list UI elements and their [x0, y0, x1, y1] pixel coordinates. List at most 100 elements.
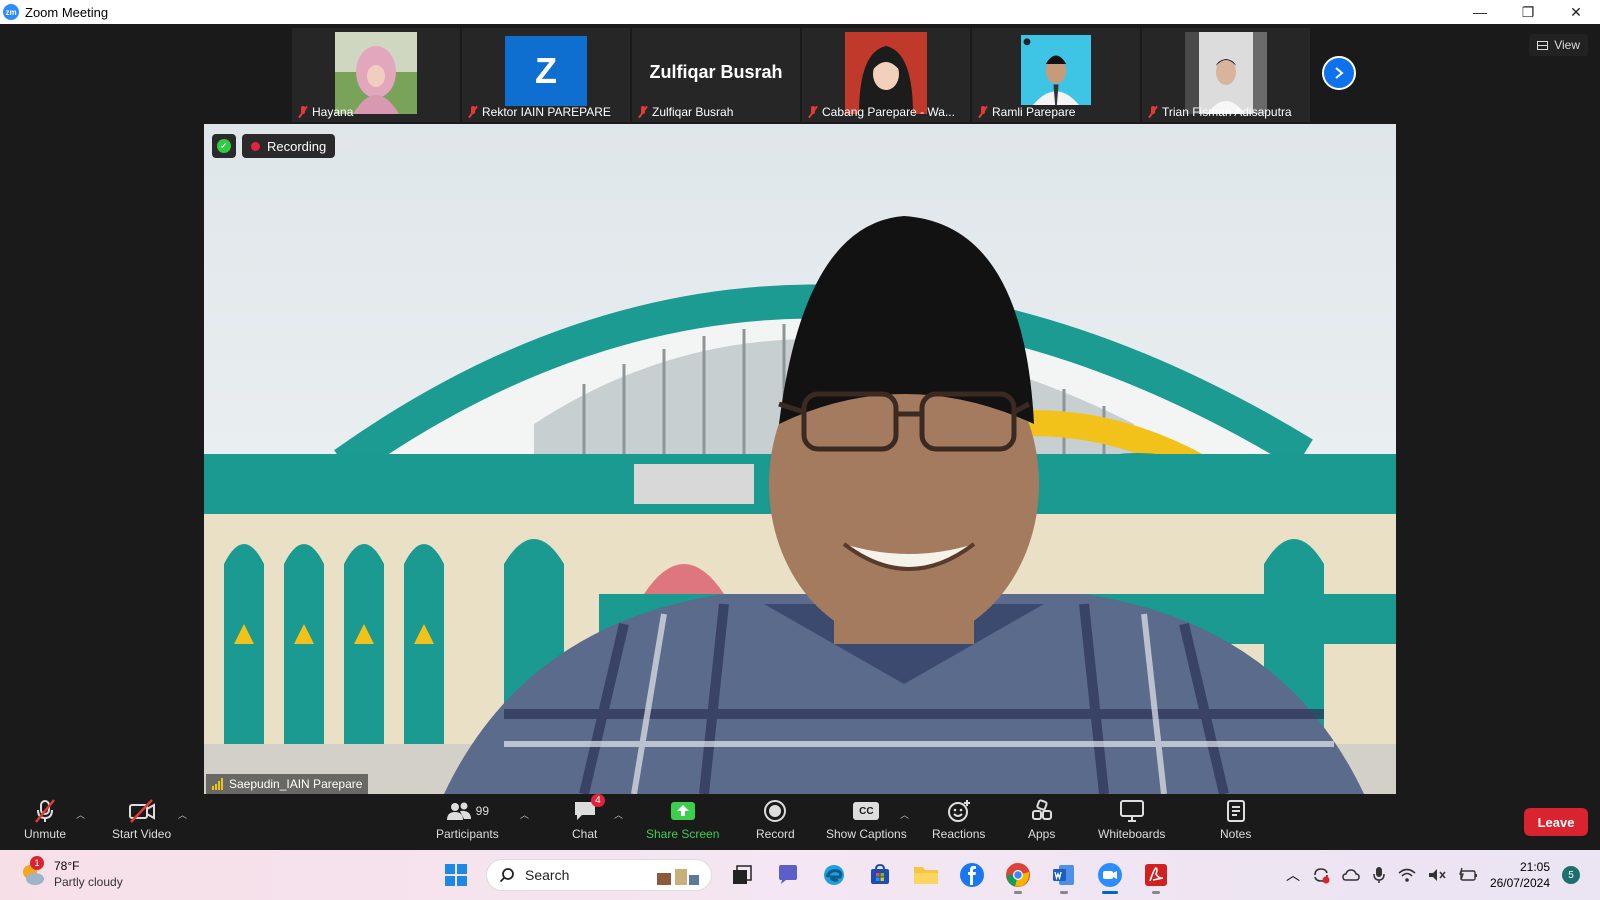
partly-cloudy-icon: 1	[18, 856, 46, 888]
participant-thumbnail[interactable]: Zulfiqar Busrah Zulfiqar Busrah	[632, 28, 800, 122]
edge-browser-button[interactable]	[818, 859, 850, 891]
unmute-button[interactable]: Unmute	[24, 798, 66, 841]
whiteboards-button[interactable]: Whiteboards	[1098, 798, 1165, 841]
start-video-button[interactable]: Start Video	[112, 798, 171, 841]
participant-letter-avatar: Z	[505, 36, 587, 106]
view-button-label: View	[1554, 38, 1580, 52]
zoom-logo-icon: zm	[3, 4, 19, 20]
participant-photo	[1185, 32, 1267, 114]
mic-muted-icon	[1148, 106, 1158, 118]
participant-thumbnail[interactable]: Ramli Parepare	[972, 28, 1140, 122]
sync-status-icon[interactable]	[1312, 866, 1330, 884]
active-speaker-video[interactable]: ✓ Recording Saepudin_IAIN Parepare	[204, 124, 1396, 794]
teams-chat-icon	[779, 865, 797, 884]
restore-button[interactable]: ❐	[1504, 0, 1552, 24]
video-options-chevron-up-icon[interactable]: ︿	[178, 808, 187, 821]
video-off-icon	[128, 799, 155, 823]
search-highlight-illustration-icon	[657, 869, 699, 885]
reactions-button[interactable]: Reactions	[932, 798, 985, 841]
reactions-emoji-icon	[947, 800, 970, 822]
microsoft-store-button[interactable]	[864, 859, 896, 891]
chat-options-chevron-up-icon[interactable]: ︿	[614, 808, 623, 821]
meeting-toolbar: Unmute ︿ Start Video ︿ 99 Participants ︿	[0, 794, 1600, 850]
chat-label: Chat	[572, 827, 598, 841]
taskbar-search-box[interactable]: Search	[486, 859, 712, 891]
edge-browser-icon	[824, 865, 844, 885]
folder-icon	[914, 867, 938, 884]
microphone-in-use-icon[interactable]	[1372, 866, 1386, 884]
chevron-right-icon	[1335, 67, 1344, 79]
microsoft-word-button[interactable]	[1048, 859, 1080, 894]
show-captions-button[interactable]: CC Show Captions	[826, 798, 907, 841]
notification-center-badge[interactable]: 5	[1562, 866, 1580, 884]
participant-thumbnail[interactable]: Trian Fisman Adisaputra	[1142, 28, 1310, 122]
participants-button[interactable]: 99 Participants	[436, 798, 499, 841]
share-screen-label: Share Screen	[646, 827, 720, 841]
view-grid-icon	[1537, 40, 1549, 50]
close-button[interactable]: ✕	[1552, 0, 1600, 24]
participant-thumbnail[interactable]: Hayana	[292, 28, 460, 122]
battery-charging-icon[interactable]	[1458, 867, 1478, 883]
share-screen-icon	[670, 802, 695, 820]
window-title: Zoom Meeting	[25, 4, 109, 20]
task-view-button[interactable]	[726, 859, 758, 891]
file-explorer-button[interactable]	[910, 859, 942, 891]
chrome-browser-button[interactable]	[1002, 859, 1034, 894]
record-button[interactable]: Record	[756, 798, 795, 841]
facebook-button[interactable]	[956, 859, 988, 891]
next-page-button[interactable]	[1322, 56, 1356, 90]
teams-chat-button[interactable]	[772, 859, 804, 891]
speaker-muted-icon[interactable]	[1428, 867, 1446, 883]
windows-logo-icon	[445, 864, 467, 886]
search-label: Search	[525, 867, 570, 883]
captions-options-chevron-up-icon[interactable]: ︿	[900, 808, 909, 821]
participant-thumbnail[interactable]: Z Rektor IAIN PAREPARE	[462, 28, 630, 122]
participant-name: Ramli Parepare	[992, 105, 1076, 119]
participants-label: Participants	[436, 827, 499, 841]
apps-icon	[1031, 799, 1052, 820]
view-button[interactable]: View	[1529, 34, 1588, 56]
taskbar-pinned-apps: Search	[440, 858, 1172, 894]
windows-taskbar: 1 78°F Partly cloudy Search ︿ 21:05 26/0…	[0, 850, 1600, 900]
taskbar-clock[interactable]: 21:05 26/07/2024	[1490, 859, 1550, 891]
share-screen-button[interactable]: Share Screen	[646, 798, 719, 841]
participant-photo	[1021, 35, 1091, 105]
participants-options-chevron-up-icon[interactable]: ︿	[520, 808, 529, 821]
participant-name: Hayana	[312, 105, 354, 119]
notes-button[interactable]: Notes	[1220, 798, 1251, 841]
microsoft-word-icon	[1053, 865, 1074, 885]
participant-thumbnail-strip: Hayana Z Rektor IAIN PAREPARE Zulfiqar B…	[292, 28, 1310, 122]
mic-off-icon	[35, 799, 55, 823]
shield-check-icon: ✓	[217, 139, 231, 153]
mic-muted-icon	[298, 106, 308, 118]
recording-indicator[interactable]: Recording	[242, 134, 336, 158]
mic-muted-icon	[468, 106, 478, 118]
minimize-button[interactable]: —	[1456, 0, 1504, 24]
weather-widget[interactable]: 1 78°F Partly cloudy	[18, 856, 123, 890]
audio-options-chevron-up-icon[interactable]: ︿	[76, 808, 85, 821]
apps-button[interactable]: Apps	[1028, 798, 1055, 841]
adobe-acrobat-button[interactable]	[1140, 859, 1172, 894]
show-hidden-icons-chevron-up-icon[interactable]: ︿	[1286, 865, 1300, 885]
apps-label: Apps	[1028, 827, 1056, 841]
participant-name: Zulfiqar Busrah	[652, 105, 734, 119]
participant-thumbnail[interactable]: Cabang Parepare - Wa...	[802, 28, 970, 122]
clock-time: 21:05	[1519, 860, 1550, 874]
zoom-app-button[interactable]	[1094, 859, 1126, 894]
chat-button[interactable]: 4 Chat	[572, 794, 605, 841]
wifi-icon[interactable]	[1398, 867, 1416, 883]
show-captions-label: Show Captions	[826, 827, 907, 841]
onedrive-cloud-icon[interactable]	[1342, 867, 1360, 883]
windows-start-button[interactable]	[440, 859, 472, 891]
reactions-label: Reactions	[932, 827, 986, 841]
participant-display-name: Zulfiqar Busrah	[649, 62, 783, 82]
speaker-name-tag: Saepudin_IAIN Parepare	[206, 774, 369, 794]
task-view-icon	[733, 865, 752, 884]
leave-button[interactable]: Leave	[1524, 808, 1588, 836]
start-video-label: Start Video	[112, 827, 172, 841]
recording-status-bar: ✓ Recording	[212, 134, 336, 158]
whiteboard-icon	[1119, 800, 1144, 822]
whiteboards-label: Whiteboards	[1098, 827, 1166, 841]
security-shield-button[interactable]: ✓	[212, 134, 236, 158]
weather-alert-badge: 1	[30, 856, 44, 870]
